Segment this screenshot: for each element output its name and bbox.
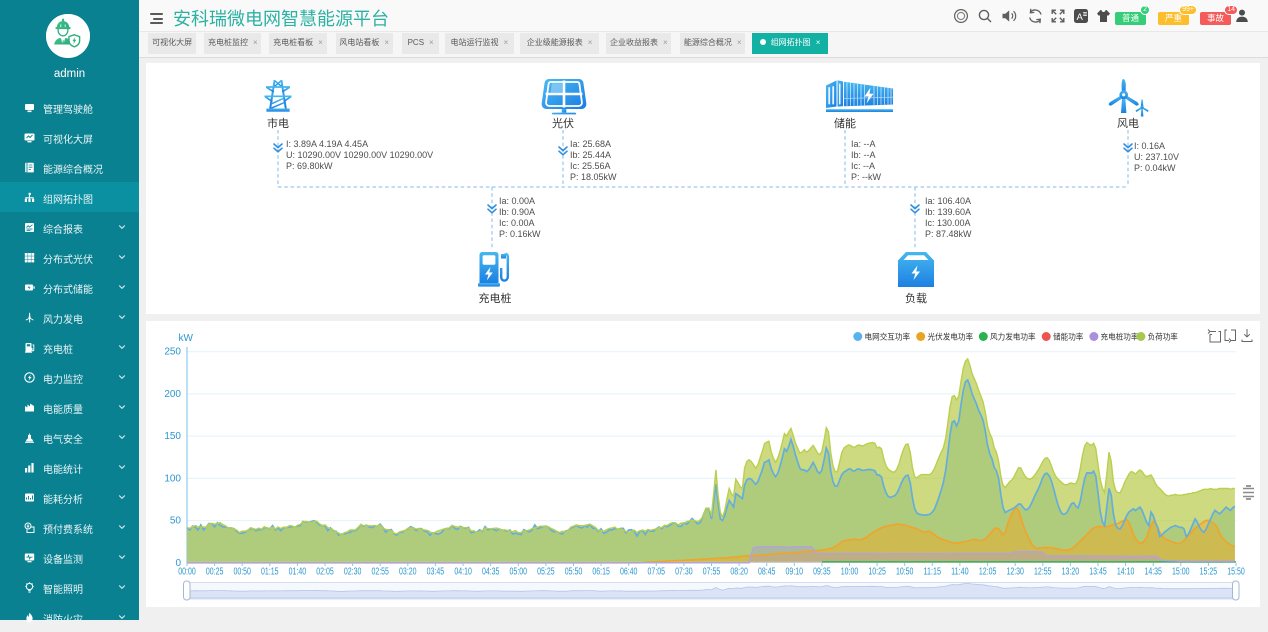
svg-text:储能功率: 储能功率 xyxy=(1053,332,1083,342)
svg-text:14:10: 14:10 xyxy=(1117,567,1135,578)
svg-text:09:10: 09:10 xyxy=(786,567,804,578)
svg-text:04:35: 04:35 xyxy=(482,567,500,578)
svg-text:00:25: 00:25 xyxy=(206,567,224,578)
svg-text:风力发电功率: 风力发电功率 xyxy=(990,332,1036,342)
svg-text:A: A xyxy=(1077,12,1084,23)
svg-text:光伏发电功率: 光伏发电功率 xyxy=(928,332,974,342)
svg-text:06:40: 06:40 xyxy=(620,567,638,578)
svg-text:05:00: 05:00 xyxy=(510,567,528,578)
svg-text:kW: kW xyxy=(179,333,194,344)
svg-text:150: 150 xyxy=(164,431,181,442)
svg-text:08:45: 08:45 xyxy=(758,567,776,578)
svg-text:05:50: 05:50 xyxy=(565,567,583,578)
svg-text:01:40: 01:40 xyxy=(289,567,307,578)
svg-text:15:00: 15:00 xyxy=(1172,567,1190,578)
svg-text:03:20: 03:20 xyxy=(399,567,417,578)
svg-text:09:35: 09:35 xyxy=(813,567,831,578)
svg-text:07:05: 07:05 xyxy=(648,567,666,578)
svg-text:01:15: 01:15 xyxy=(261,567,279,578)
svg-text:50: 50 xyxy=(170,516,182,527)
svg-text:100: 100 xyxy=(164,473,181,484)
svg-text:充电桩功率: 充电桩功率 xyxy=(1101,332,1139,342)
svg-text:08:20: 08:20 xyxy=(730,567,748,578)
svg-text:02:55: 02:55 xyxy=(371,567,389,578)
svg-text:14:35: 14:35 xyxy=(1144,567,1162,578)
svg-text:05:25: 05:25 xyxy=(537,567,555,578)
svg-text:07:55: 07:55 xyxy=(703,567,721,578)
svg-text:负荷功率: 负荷功率 xyxy=(1148,332,1178,342)
svg-text:04:10: 04:10 xyxy=(454,567,472,578)
svg-text:02:05: 02:05 xyxy=(316,567,334,578)
svg-text:11:40: 11:40 xyxy=(951,567,969,578)
svg-text:00:50: 00:50 xyxy=(233,567,251,578)
svg-text:06:15: 06:15 xyxy=(592,567,610,578)
svg-text:250: 250 xyxy=(164,347,181,358)
svg-text:15:25: 15:25 xyxy=(1200,567,1218,578)
svg-text:13:45: 13:45 xyxy=(1089,567,1107,578)
svg-text:07:30: 07:30 xyxy=(675,567,693,578)
svg-text:10:00: 10:00 xyxy=(841,567,859,578)
svg-text:12:05: 12:05 xyxy=(979,567,997,578)
svg-text:15:50: 15:50 xyxy=(1227,567,1245,578)
svg-text:10:50: 10:50 xyxy=(896,567,914,578)
svg-text:11:15: 11:15 xyxy=(924,567,942,578)
svg-text:电网交互功率: 电网交互功率 xyxy=(865,332,911,342)
svg-text:12:55: 12:55 xyxy=(1034,567,1052,578)
svg-text:03:45: 03:45 xyxy=(427,567,445,578)
svg-text:200: 200 xyxy=(164,389,181,400)
svg-text:13:20: 13:20 xyxy=(1062,567,1080,578)
svg-text:12:30: 12:30 xyxy=(1006,567,1024,578)
svg-text:02:30: 02:30 xyxy=(344,567,362,578)
svg-text:00:00: 00:00 xyxy=(178,567,196,578)
svg-text:10:25: 10:25 xyxy=(868,567,886,578)
